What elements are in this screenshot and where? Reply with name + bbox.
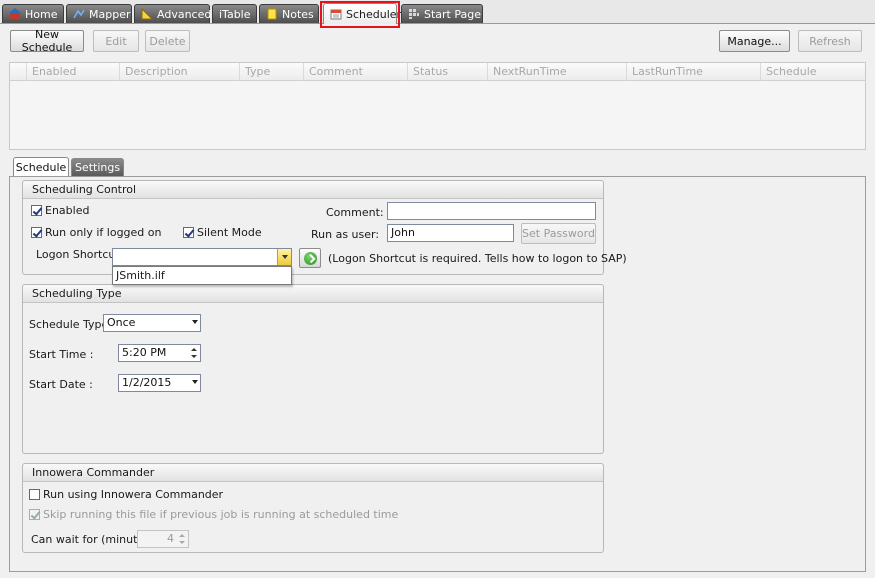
start-time-label: Start Time : — [29, 348, 94, 361]
skip-running-checkbox[interactable] — [29, 509, 40, 520]
calendar-icon — [330, 8, 342, 20]
scheduling-control-title: Scheduling Control — [23, 181, 603, 199]
green-check-icon — [304, 252, 317, 265]
grid-column-status[interactable]: Status — [407, 63, 487, 81]
tab-home[interactable]: Home — [2, 4, 64, 23]
schedule-type-value: Once — [107, 316, 136, 329]
grid-header: Enabled Description Type Comment Status … — [10, 63, 865, 81]
mapper-icon — [73, 8, 85, 20]
spin-up-icon[interactable] — [191, 348, 197, 351]
grid-column-description[interactable]: Description — [119, 63, 239, 81]
silent-mode-label: Silent Mode — [197, 226, 262, 239]
grid-column-enabled[interactable]: Enabled — [26, 63, 119, 81]
run-as-user-input[interactable]: John — [387, 224, 514, 242]
run-commander-checkbox[interactable] — [29, 489, 40, 500]
grid-row-selector — [10, 63, 26, 81]
manage-button[interactable]: Manage... — [719, 30, 790, 52]
run-logged-label: Run only if logged on — [45, 226, 162, 239]
tab-notes[interactable]: Notes — [259, 4, 319, 23]
comment-input[interactable] — [387, 202, 596, 220]
spin-down-icon[interactable] — [191, 355, 197, 358]
new-schedule-button[interactable]: New Schedule — [10, 28, 84, 54]
spin-up-icon[interactable] — [179, 534, 185, 537]
spin-down-icon[interactable] — [179, 541, 185, 544]
scheduling-type-group: Scheduling Type — [22, 284, 604, 454]
main-tab-bar: Home Mapper Advanced iTable Notes Schedu… — [0, 0, 875, 24]
schedule-type-label: Schedule Type: — [29, 318, 113, 331]
tab-scheduler[interactable]: Scheduler — [323, 3, 401, 24]
start-time-stepper[interactable]: 5:20 PM — [118, 344, 201, 362]
schedule-grid[interactable]: Enabled Description Type Comment Status … — [9, 62, 866, 150]
run-commander-label: Run using Innowera Commander — [43, 488, 224, 501]
edit-button[interactable]: Edit — [93, 30, 139, 52]
schedule-type-dropdown[interactable]: Once — [103, 314, 201, 332]
wait-minutes-stepper[interactable]: 4 — [137, 530, 189, 548]
start-date-label: Start Date : — [29, 378, 93, 391]
tab-schedule[interactable]: Schedule — [13, 157, 69, 177]
logon-shortcut-note: (Logon Shortcut is required. Tells how t… — [328, 252, 627, 265]
innowera-commander-title: Innowera Commander — [23, 464, 603, 482]
grid-icon — [408, 8, 420, 20]
run-logged-checkbox[interactable] — [31, 227, 42, 238]
silent-mode-checkbox[interactable] — [183, 227, 194, 238]
grid-column-schedule[interactable]: Schedule — [760, 63, 865, 81]
tab-mapper[interactable]: Mapper — [66, 4, 132, 23]
logon-shortcut-label: Logon Shortcut — [36, 248, 120, 261]
chevron-down-icon — [192, 320, 198, 324]
note-icon — [266, 8, 278, 20]
grid-column-type[interactable]: Type — [239, 63, 303, 81]
home-icon — [9, 8, 21, 20]
grid-column-lastruntime[interactable]: LastRunTime — [626, 63, 760, 81]
logon-shortcut-option[interactable]: JSmith.ilf — [112, 266, 292, 285]
set-password-button[interactable]: Set Password — [521, 223, 596, 244]
tab-settings[interactable]: Settings — [71, 158, 124, 176]
start-date-value: 1/2/2015 — [122, 376, 172, 389]
comment-label: Comment: — [326, 206, 384, 219]
delete-button[interactable]: Delete — [145, 30, 190, 52]
tab-start-page[interactable]: Start Page — [401, 4, 483, 23]
run-as-user-label: Run as user: — [311, 228, 380, 241]
enabled-checkbox[interactable] — [31, 205, 42, 216]
refresh-button[interactable]: Refresh — [798, 30, 862, 52]
chevron-down-icon — [192, 380, 198, 384]
grid-column-nextruntime[interactable]: NextRunTime — [487, 63, 626, 81]
grid-column-comment[interactable]: Comment — [303, 63, 407, 81]
wait-minutes-label: Can wait for (minutes) — [31, 533, 155, 546]
ruler-icon — [141, 7, 154, 20]
scheduling-type-title: Scheduling Type — [23, 285, 603, 303]
dropdown-arrow-icon[interactable] — [277, 249, 291, 265]
wait-minutes-value: 4 — [167, 532, 174, 545]
enabled-label: Enabled — [45, 204, 90, 217]
skip-running-label: Skip running this file if previous job i… — [43, 508, 399, 521]
start-date-picker[interactable]: 1/2/2015 — [118, 374, 201, 392]
tab-itable[interactable]: iTable — [212, 4, 257, 23]
tab-advanced[interactable]: Advanced — [134, 4, 211, 23]
logon-shortcut-dropdown[interactable] — [112, 248, 292, 266]
start-time-value: 5:20 PM — [122, 346, 167, 359]
refresh-shortcut-button[interactable] — [299, 248, 321, 268]
